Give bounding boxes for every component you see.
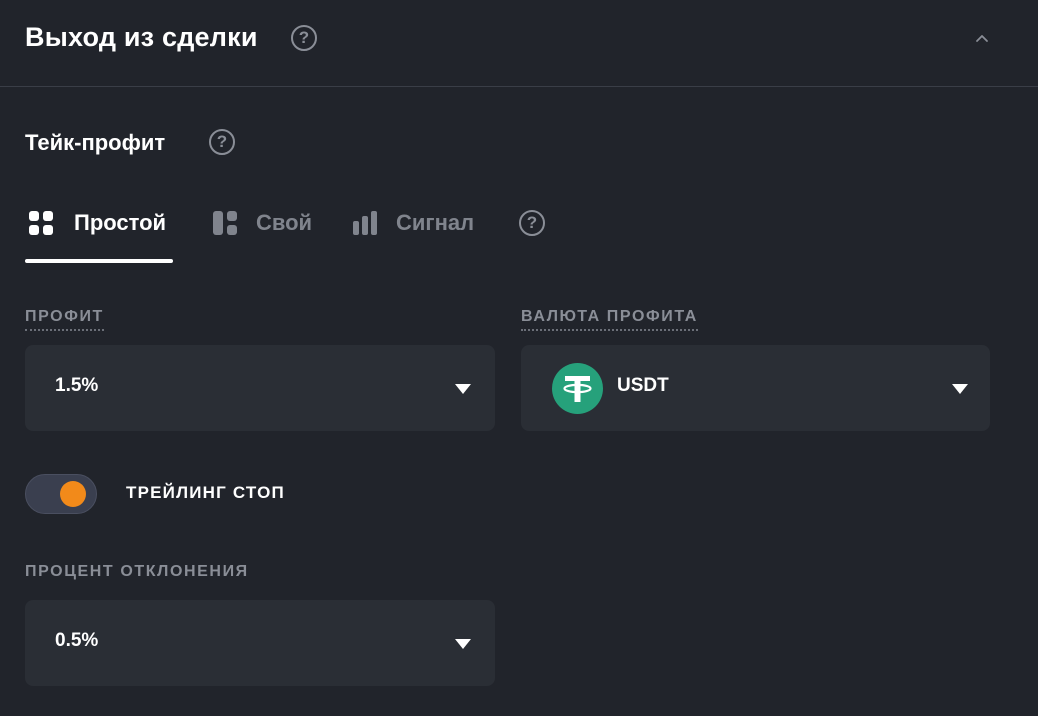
tab-label: Сигнал [396,210,475,235]
toggle-knob [60,481,86,507]
profit-label: ПРОФИТ [25,308,104,331]
grid-icon [29,211,53,235]
tab-label: Простой [74,210,167,235]
active-tab-indicator [25,259,173,263]
bar-chart-icon [353,211,377,235]
tab-label: Свой [256,210,313,235]
profit-currency-label: ВАЛЮТА ПРОФИТА [521,308,698,331]
trailing-stop-label: ТРЕЙЛИНГ СТОП [126,483,285,502]
question-circle-icon[interactable]: ? [519,210,545,236]
trailing-stop-toggle[interactable] [25,474,97,514]
tab-custom[interactable]: Свой [212,206,312,240]
deviation-label: ПРОЦЕНТ ОТКЛОНЕНИЯ [25,563,249,580]
profit-value: 1.5% [55,375,99,396]
caret-down-icon [952,384,968,394]
caret-down-icon [455,639,471,649]
question-circle-icon[interactable]: ? [209,129,235,155]
take-profit-title: Тейк-профит [25,130,166,155]
trade-exit-panel: Выход из сделки ? Тейк-профит ? Простой … [0,0,1038,716]
profit-currency-select[interactable]: USDT [521,345,990,431]
tether-icon [552,363,603,414]
profit-select[interactable]: 1.5% [25,345,495,431]
caret-down-icon [455,384,471,394]
layout-icon [213,211,237,235]
chevron-up-icon[interactable] [970,26,994,50]
question-circle-icon[interactable]: ? [291,25,317,51]
deviation-value: 0.5% [55,630,99,651]
tab-signal[interactable]: Сигнал [352,206,474,240]
deviation-select[interactable]: 0.5% [25,600,495,686]
tab-simple[interactable]: Простой [28,206,166,240]
profit-currency-value: USDT [617,375,669,396]
panel-header: Выход из сделки ? [0,0,1038,87]
panel-title: Выход из сделки [25,22,258,52]
